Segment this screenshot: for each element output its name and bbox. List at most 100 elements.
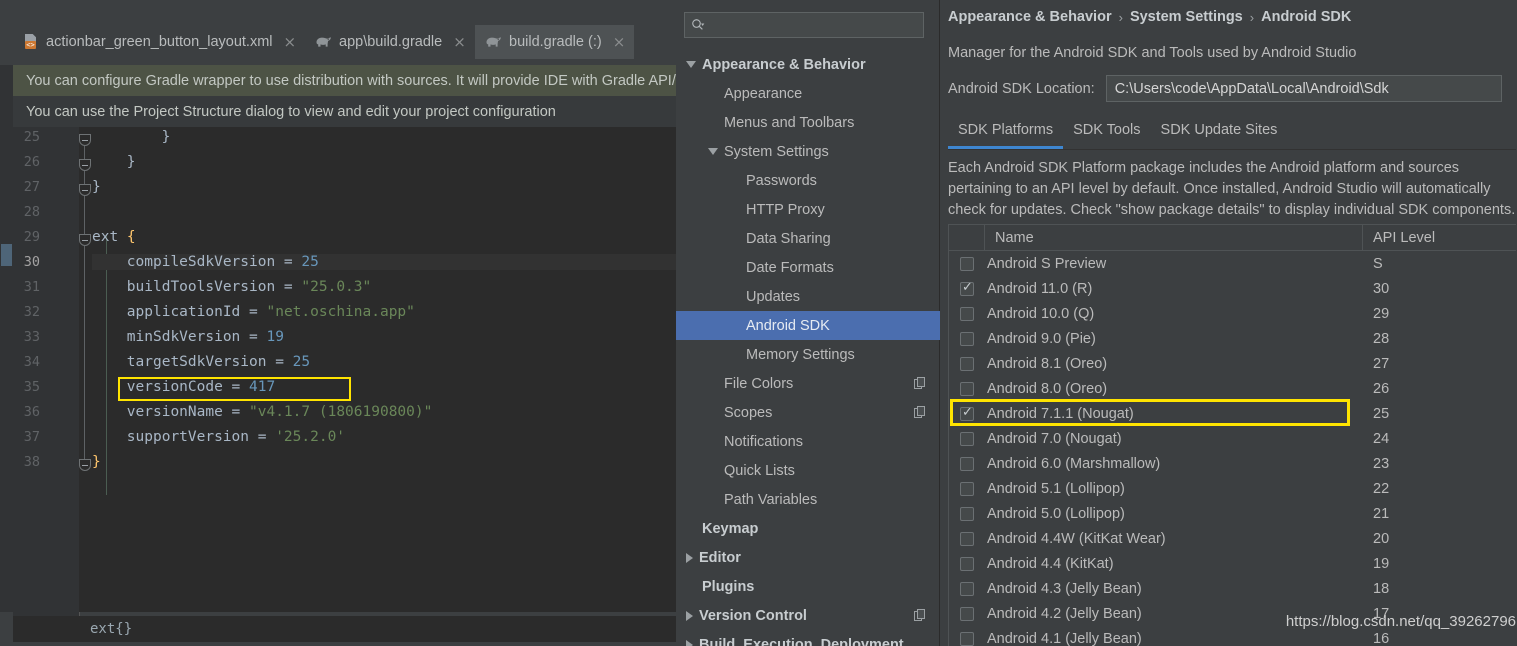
search-box[interactable]: [684, 12, 924, 38]
editor-breadcrumb-bar[interactable]: ext{}: [13, 616, 676, 642]
row-checkbox-cell[interactable]: [949, 280, 985, 296]
tree-item-data-sharing[interactable]: Data Sharing: [676, 224, 940, 253]
code-editor[interactable]: 25 26 27 28 29 30 31 32 33 34 35 36 37 38 }}} ext {com…: [0, 127, 676, 612]
breadcrumb-segment[interactable]: System Settings: [1130, 9, 1243, 25]
editor-tab[interactable]: build.gradle (:) ×: [475, 25, 635, 59]
tree-item-system-settings[interactable]: System Settings: [676, 137, 940, 166]
table-row[interactable]: Android 5.1 (Lollipop) 22: [949, 476, 1516, 501]
column-header-checkbox[interactable]: [949, 225, 985, 251]
checkbox[interactable]: [960, 306, 974, 321]
row-checkbox-cell[interactable]: [949, 631, 985, 646]
fold-marker-icon[interactable]: [79, 184, 91, 196]
tree-item-menus-and-toolbars[interactable]: Menus and Toolbars: [676, 108, 940, 137]
fold-marker-icon[interactable]: [79, 234, 91, 246]
close-icon[interactable]: ×: [613, 34, 626, 50]
checkbox[interactable]: [960, 331, 974, 346]
chevron-down-icon[interactable]: [686, 61, 696, 68]
tree-item-appearance[interactable]: Appearance: [676, 79, 940, 108]
gradle-wrapper-notification[interactable]: You can configure Gradle wrapper to use …: [13, 65, 676, 96]
breadcrumb-segment[interactable]: Android SDK: [1261, 9, 1351, 25]
tree-item-memory-settings[interactable]: Memory Settings: [676, 340, 940, 369]
code-fold-column[interactable]: [79, 127, 92, 612]
table-row[interactable]: Android 6.0 (Marshmallow) 23: [949, 451, 1516, 476]
row-checkbox-cell[interactable]: [949, 405, 985, 421]
chevron-down-icon[interactable]: [708, 148, 718, 155]
row-checkbox-cell[interactable]: [949, 531, 985, 546]
fold-marker-icon[interactable]: [79, 159, 91, 171]
tree-item-updates[interactable]: Updates: [676, 282, 940, 311]
row-checkbox-cell[interactable]: [949, 506, 985, 521]
checkbox[interactable]: [960, 381, 974, 396]
code-text-area[interactable]: }}} ext {compileSdkVersion = 25 buildTools…: [92, 127, 676, 612]
table-row[interactable]: Android 4.4W (KitKat Wear) 20: [949, 526, 1516, 551]
checkbox[interactable]: [960, 506, 974, 521]
tree-item-appearance-behavior[interactable]: Appearance & Behavior: [676, 50, 940, 79]
checkbox[interactable]: [960, 531, 974, 546]
tree-item-scopes[interactable]: Scopes: [676, 398, 940, 427]
row-checkbox-cell[interactable]: [949, 556, 985, 571]
row-checkbox-cell[interactable]: [949, 606, 985, 621]
column-header-name[interactable]: Name: [985, 225, 1363, 251]
column-header-api-level[interactable]: API Level: [1363, 225, 1516, 251]
tree-item-path-variables[interactable]: Path Variables: [676, 485, 940, 514]
checkbox[interactable]: [960, 631, 974, 646]
tree-item-passwords[interactable]: Passwords: [676, 166, 940, 195]
tree-item-date-formats[interactable]: Date Formats: [676, 253, 940, 282]
close-icon[interactable]: ×: [453, 34, 466, 50]
row-checkbox-cell[interactable]: [949, 431, 985, 446]
table-row[interactable]: Android 10.0 (Q) 29: [949, 301, 1516, 326]
settings-category-tree[interactable]: Appearance & Behavior Appearance Menus and…: [676, 50, 940, 646]
settings-search[interactable]: [684, 12, 924, 38]
tree-item-quick-lists[interactable]: Quick Lists: [676, 456, 940, 485]
table-row[interactable]: Android 11.0 (R) 30: [949, 276, 1516, 301]
checkbox[interactable]: [960, 431, 974, 446]
table-row[interactable]: Android 9.0 (Pie) 28: [949, 326, 1516, 351]
close-icon[interactable]: ×: [284, 34, 297, 50]
row-checkbox-cell[interactable]: [949, 306, 985, 321]
fold-marker-icon[interactable]: [79, 134, 91, 146]
table-row[interactable]: Android 8.1 (Oreo) 27: [949, 351, 1516, 376]
editor-tab[interactable]: app\build.gradle ×: [305, 25, 475, 59]
table-row[interactable]: Android 5.0 (Lollipop) 21: [949, 501, 1516, 526]
search-input[interactable]: [709, 17, 909, 33]
checkbox[interactable]: [960, 356, 974, 371]
tree-item-http-proxy[interactable]: HTTP Proxy: [676, 195, 940, 224]
tab-sdk-update-sites[interactable]: SDK Update Sites: [1151, 118, 1288, 149]
table-row[interactable]: Android 4.3 (Jelly Bean) 18: [949, 576, 1516, 601]
tree-item-build-execution-deployment[interactable]: Build, Execution, Deployment: [676, 630, 940, 646]
chevron-right-icon[interactable]: [686, 552, 693, 563]
table-row[interactable]: Android S Preview S: [949, 251, 1516, 276]
checkbox[interactable]: [960, 256, 974, 271]
project-structure-notification[interactable]: You can use the Project Structure dialog…: [13, 96, 676, 127]
fold-marker-icon[interactable]: [79, 459, 91, 471]
row-checkbox-cell[interactable]: [949, 481, 985, 496]
tab-sdk-platforms[interactable]: SDK Platforms: [948, 118, 1064, 149]
sdk-platforms-table[interactable]: Name API Level Android S PreviewSAndroid…: [948, 224, 1516, 646]
editor-tab[interactable]: <> actionbar_green_button_layout.xml ×: [14, 25, 305, 59]
checkbox[interactable]: [960, 581, 974, 596]
line-number-gutter[interactable]: 25 26 27 28 29 30 31 32 33 34 35 36 37 38: [13, 127, 79, 612]
table-row[interactable]: Android 7.0 (Nougat) 24: [949, 426, 1516, 451]
table-row[interactable]: Android 4.4 (KitKat) 19: [949, 551, 1516, 576]
tree-item-version-control[interactable]: Version Control: [676, 601, 940, 630]
table-row[interactable]: Android 8.0 (Oreo) 26: [949, 376, 1516, 401]
sdk-location-input[interactable]: C:\Users\code\AppData\Local\Android\Sdk: [1105, 75, 1502, 102]
row-checkbox-cell[interactable]: [949, 356, 985, 371]
tree-item-plugins[interactable]: Plugins: [676, 572, 940, 601]
tree-item-android-sdk[interactable]: Android SDK: [676, 311, 940, 340]
tree-item-file-colors[interactable]: File Colors: [676, 369, 940, 398]
checkbox[interactable]: [960, 456, 974, 471]
tree-item-keymap[interactable]: Keymap: [676, 514, 940, 543]
chevron-right-icon[interactable]: [686, 639, 693, 646]
row-checkbox-cell[interactable]: [949, 456, 985, 471]
checkbox[interactable]: [960, 405, 974, 421]
row-checkbox-cell[interactable]: [949, 581, 985, 596]
checkbox[interactable]: [960, 280, 974, 296]
tree-item-editor[interactable]: Editor: [676, 543, 940, 572]
row-checkbox-cell[interactable]: [949, 381, 985, 396]
tree-item-notifications[interactable]: Notifications: [676, 427, 940, 456]
row-checkbox-cell[interactable]: [949, 256, 985, 271]
tab-sdk-tools[interactable]: SDK Tools: [1063, 118, 1150, 149]
checkbox[interactable]: [960, 481, 974, 496]
table-row[interactable]: Android 7.1.1 (Nougat) 25: [949, 401, 1516, 426]
